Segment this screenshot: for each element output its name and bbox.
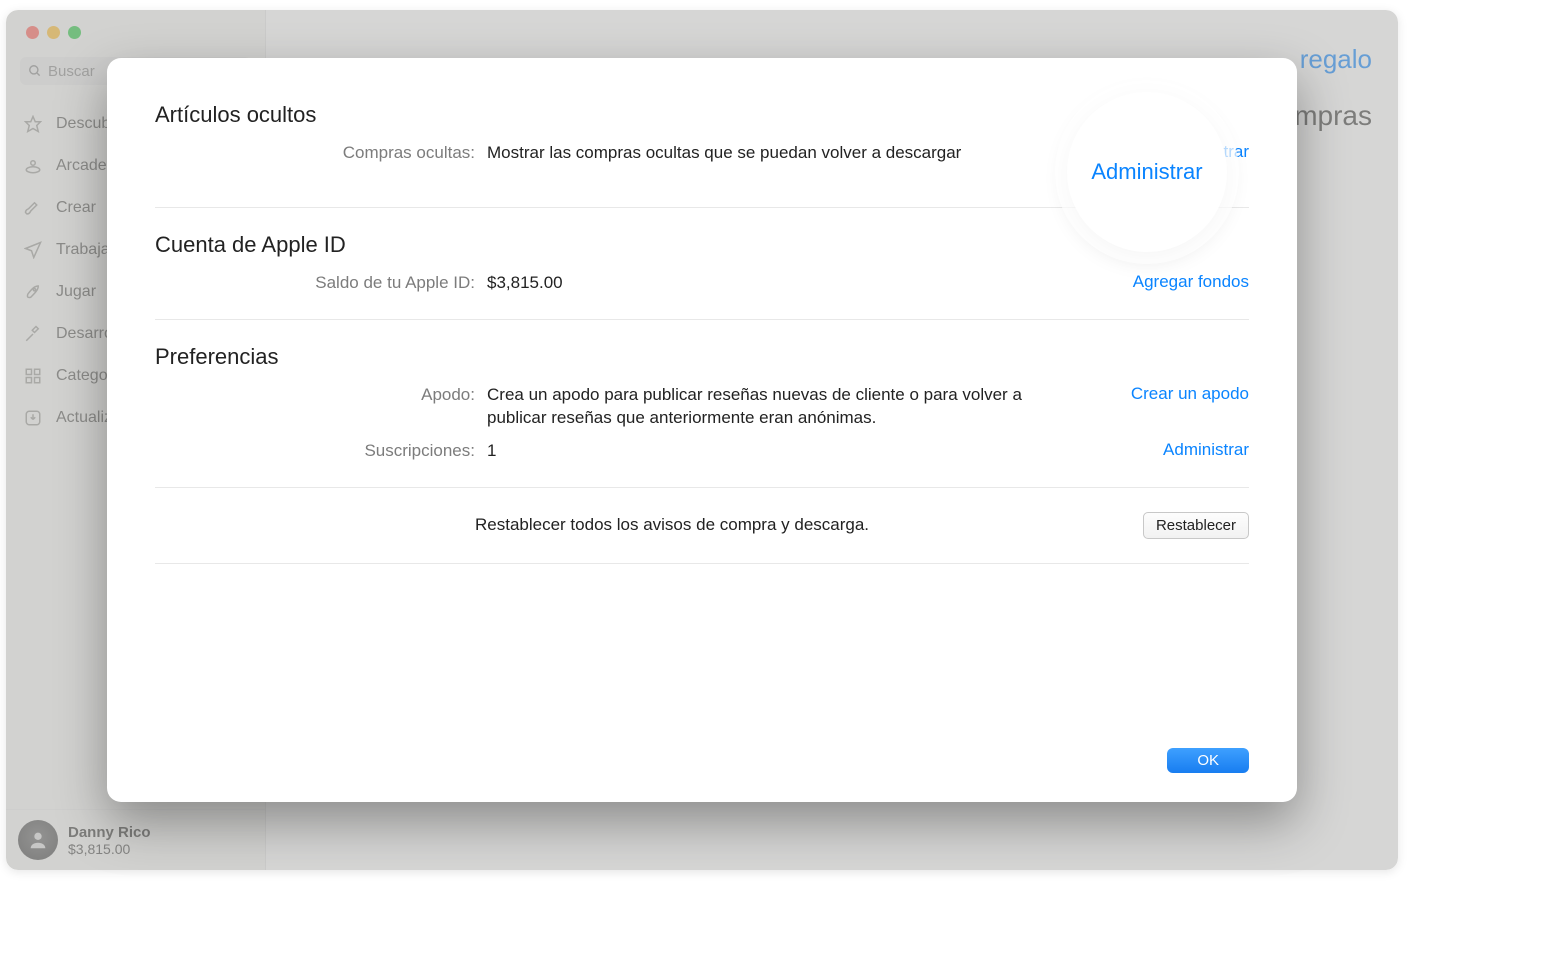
row-label: Apodo: xyxy=(155,384,475,405)
reset-text: Restablecer todos los avisos de compra y… xyxy=(475,514,1049,537)
sidebar-item-label: Arcade xyxy=(56,157,107,175)
section-title: Cuenta de Apple ID xyxy=(155,232,1249,258)
section-title: Preferencias xyxy=(155,344,1249,370)
reset-row: Restablecer todos los avisos de compra y… xyxy=(155,512,1249,539)
search-placeholder: Buscar xyxy=(48,63,95,80)
reset-button[interactable]: Restablecer xyxy=(1143,512,1249,539)
row-value: $3,815.00 xyxy=(487,272,1037,295)
rocket-icon xyxy=(22,283,44,301)
minimize-window-button[interactable] xyxy=(47,26,60,39)
divider xyxy=(155,563,1249,564)
paperplane-icon xyxy=(22,241,44,259)
nickname-row: Apodo: Crea un apodo para publicar reseñ… xyxy=(155,384,1249,430)
manage-subscriptions-link[interactable]: Administrar xyxy=(1163,440,1249,459)
maximize-window-button[interactable] xyxy=(68,26,81,39)
arcade-icon xyxy=(22,157,44,175)
grid-icon xyxy=(22,367,44,385)
row-label: Saldo de tu Apple ID: xyxy=(155,272,475,293)
window-controls xyxy=(6,10,265,39)
user-text: Danny Rico $3,815.00 xyxy=(68,824,151,857)
download-icon xyxy=(22,409,44,427)
bg-link[interactable]: regalo xyxy=(1300,44,1372,75)
apple-id-section: Cuenta de Apple ID Saldo de tu Apple ID:… xyxy=(155,232,1249,295)
balance-row: Saldo de tu Apple ID: $3,815.00 Agregar … xyxy=(155,272,1249,295)
create-nickname-link[interactable]: Crear un apodo xyxy=(1131,384,1249,403)
modal-footer: OK xyxy=(1167,752,1249,770)
hidden-items-section: Artículos ocultos Compras ocultas: Mostr… xyxy=(155,102,1249,165)
ok-button[interactable]: OK xyxy=(1167,748,1249,773)
row-value: Mostrar las compras ocultas que se pueda… xyxy=(487,142,1037,165)
divider xyxy=(155,207,1249,208)
avatar xyxy=(18,820,58,860)
row-value: Crea un apodo para publicar reseñas nuev… xyxy=(487,384,1037,430)
row-label: Compras ocultas: xyxy=(155,142,475,163)
search-icon xyxy=(28,64,42,78)
account-settings-modal: Artículos ocultos Compras ocultas: Mostr… xyxy=(107,58,1297,802)
hidden-purchases-row: Compras ocultas: Mostrar las compras ocu… xyxy=(155,142,1249,165)
manage-hidden-link[interactable]: Administrar xyxy=(1163,142,1249,161)
preferences-section: Preferencias Apodo: Crea un apodo para p… xyxy=(155,344,1249,463)
row-label: Suscripciones: xyxy=(155,440,475,461)
add-funds-link[interactable]: Agregar fondos xyxy=(1133,272,1249,291)
divider xyxy=(155,319,1249,320)
subscriptions-row: Suscripciones: 1 Administrar xyxy=(155,440,1249,463)
sidebar-item-label: Crear xyxy=(56,199,96,217)
brush-icon xyxy=(22,199,44,217)
sidebar-item-label: Jugar xyxy=(56,283,96,301)
close-window-button[interactable] xyxy=(26,26,39,39)
star-icon xyxy=(22,115,44,133)
user-balance: $3,815.00 xyxy=(68,841,151,857)
section-title: Artículos ocultos xyxy=(155,102,1249,128)
user-name: Danny Rico xyxy=(68,824,151,841)
divider xyxy=(155,487,1249,488)
hammer-icon xyxy=(22,325,44,343)
user-footer[interactable]: Danny Rico $3,815.00 xyxy=(6,809,265,870)
row-value: 1 xyxy=(487,440,1037,463)
